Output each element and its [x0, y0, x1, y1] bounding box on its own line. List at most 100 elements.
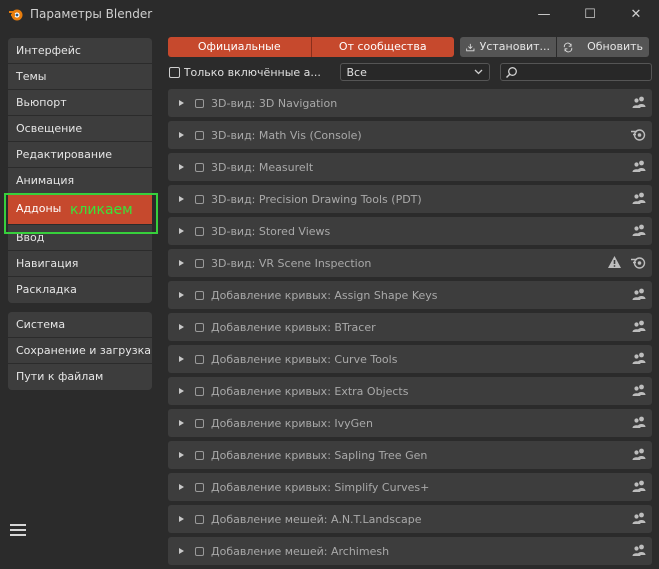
action-buttons: Установит... Обновить: [460, 37, 649, 57]
expand-arrow-icon[interactable]: [179, 260, 184, 266]
sidebar-item-viewport[interactable]: Вьюпорт: [8, 90, 152, 116]
addon-row[interactable]: Добавление мешей: A.N.T.Landscape: [168, 505, 652, 533]
sidebar-item-animation[interactable]: Анимация: [8, 168, 152, 194]
expand-arrow-icon[interactable]: [179, 100, 184, 106]
expand-arrow-icon[interactable]: [179, 548, 184, 554]
expand-arrow-icon[interactable]: [179, 196, 184, 202]
sidebar: Интерфейс Темы Вьюпорт Освещение Редакти…: [8, 38, 152, 399]
minimize-button[interactable]: —: [521, 0, 567, 28]
addon-enable-checkbox[interactable]: [195, 386, 204, 396]
addon-enable-checkbox[interactable]: [195, 482, 204, 492]
refresh-button[interactable]: Обновить: [556, 37, 649, 57]
toolbar: Официальные От сообщества Установит... О…: [168, 37, 652, 57]
refresh-icon: [563, 42, 573, 52]
addon-enable-checkbox[interactable]: [195, 194, 204, 204]
community-icon: [632, 320, 646, 332]
addon-row[interactable]: 3D-вид: 3D Navigation: [168, 89, 652, 117]
expand-arrow-icon[interactable]: [179, 388, 184, 394]
sidebar-item-save-load[interactable]: Сохранение и загрузка: [8, 338, 152, 364]
community-icon: [632, 96, 646, 108]
official-tab[interactable]: Официальные: [168, 37, 311, 57]
community-tab[interactable]: От сообщества: [310, 37, 454, 57]
sidebar-item-editing[interactable]: Редактирование: [8, 142, 152, 168]
addon-enable-checkbox[interactable]: [195, 322, 204, 332]
sidebar-item-input[interactable]: Ввод: [8, 225, 152, 251]
addon-row[interactable]: 3D-вид: MeasureIt: [168, 153, 652, 181]
sidebar-item-lighting[interactable]: Освещение: [8, 116, 152, 142]
install-button[interactable]: Установит...: [460, 37, 556, 57]
addon-status-icons: [624, 351, 646, 365]
blender-logo-icon: [9, 9, 23, 21]
expand-arrow-icon[interactable]: [179, 484, 184, 490]
search-input[interactable]: [500, 63, 652, 81]
addon-enable-checkbox[interactable]: [195, 290, 204, 300]
close-button[interactable]: ✕: [613, 0, 659, 28]
addon-status-icons: [622, 127, 646, 141]
enabled-only-label: Только включённые а...: [183, 65, 321, 79]
expand-arrow-icon[interactable]: [179, 164, 184, 170]
sidebar-group-main: Интерфейс Темы Вьюпорт Освещение Редакти…: [8, 38, 152, 303]
addon-name: Добавление кривых: Extra Objects: [211, 384, 409, 398]
expand-arrow-icon[interactable]: [179, 452, 184, 458]
community-icon: [632, 352, 646, 364]
addon-row[interactable]: Добавление кривых: IvyGen: [168, 409, 652, 437]
addon-row[interactable]: 3D-вид: Stored Views: [168, 217, 652, 245]
addon-status-icons: [624, 159, 646, 173]
expand-arrow-icon[interactable]: [179, 292, 184, 298]
addon-row[interactable]: Добавление кривых: Simplify Curves+: [168, 473, 652, 501]
addon-name: Добавление мешей: Archimesh: [211, 544, 390, 558]
addon-enable-checkbox[interactable]: [195, 130, 204, 140]
expand-arrow-icon[interactable]: [179, 324, 184, 330]
maximize-button[interactable]: ☐: [567, 0, 613, 28]
sidebar-item-navigation[interactable]: Навигация: [8, 251, 152, 277]
sidebar-group-system: Система Сохранение и загрузка Пути к фай…: [8, 312, 152, 390]
addon-enable-checkbox[interactable]: [195, 226, 204, 236]
addon-status-icons: [624, 543, 646, 557]
addon-enable-checkbox[interactable]: [195, 354, 204, 364]
addons-panel: Официальные От сообщества Установит... О…: [168, 37, 652, 569]
sidebar-item-themes[interactable]: Темы: [8, 64, 152, 90]
category-dropdown[interactable]: Все: [339, 63, 491, 81]
expand-arrow-icon[interactable]: [179, 420, 184, 426]
window-title: Параметры Blender: [30, 7, 153, 21]
addon-enable-checkbox[interactable]: [195, 514, 204, 524]
addon-row[interactable]: Добавление кривых: Extra Objects: [168, 377, 652, 405]
addon-row[interactable]: Добавление кривых: Assign Shape Keys: [168, 281, 652, 309]
addon-row[interactable]: 3D-вид: VR Scene Inspection: [168, 249, 652, 277]
addon-status-icons: [624, 447, 646, 461]
addon-row[interactable]: Добавление кривых: Sapling Tree Gen: [168, 441, 652, 469]
addon-name: 3D-вид: Math Vis (Console): [211, 128, 362, 142]
expand-arrow-icon[interactable]: [179, 356, 184, 362]
menu-icon[interactable]: [8, 521, 28, 539]
addon-row[interactable]: Добавление кривых: Curve Tools: [168, 345, 652, 373]
addon-name: Добавление кривых: IvyGen: [211, 416, 373, 430]
addon-enable-checkbox[interactable]: [195, 450, 204, 460]
addon-name: 3D-вид: Stored Views: [211, 224, 331, 238]
chevron-down-icon: [474, 69, 483, 75]
enabled-only-checkbox[interactable]: [169, 66, 180, 78]
addon-name: Добавление мешей: A.N.T.Landscape: [211, 512, 422, 526]
sidebar-item-interface[interactable]: Интерфейс: [8, 38, 152, 64]
expand-arrow-icon[interactable]: [179, 228, 184, 234]
addon-row[interactable]: Добавление кривых: BTracer: [168, 313, 652, 341]
community-icon: [632, 192, 646, 204]
sidebar-item-system[interactable]: Система: [8, 312, 152, 338]
addon-row[interactable]: 3D-вид: Precision Drawing Tools (PDT): [168, 185, 652, 213]
addon-name: 3D-вид: 3D Navigation: [211, 96, 338, 110]
addon-enable-checkbox[interactable]: [195, 258, 204, 268]
addon-enable-checkbox[interactable]: [195, 98, 204, 108]
expand-arrow-icon[interactable]: [179, 132, 184, 138]
source-tabs: Официальные От сообщества: [168, 37, 454, 57]
addon-enable-checkbox[interactable]: [195, 418, 204, 428]
download-icon: [466, 43, 475, 51]
community-icon: [632, 480, 646, 492]
expand-arrow-icon[interactable]: [179, 516, 184, 522]
addon-row[interactable]: 3D-вид: Math Vis (Console): [168, 121, 652, 149]
sidebar-item-file-paths[interactable]: Пути к файлам: [8, 364, 152, 390]
addon-enable-checkbox[interactable]: [195, 162, 204, 172]
community-icon: [632, 160, 646, 172]
addon-row[interactable]: Добавление мешей: Archimesh: [168, 537, 652, 565]
addon-name: 3D-вид: MeasureIt: [211, 160, 314, 174]
sidebar-item-keymap[interactable]: Раскладка: [8, 277, 152, 303]
addon-enable-checkbox[interactable]: [195, 546, 204, 556]
